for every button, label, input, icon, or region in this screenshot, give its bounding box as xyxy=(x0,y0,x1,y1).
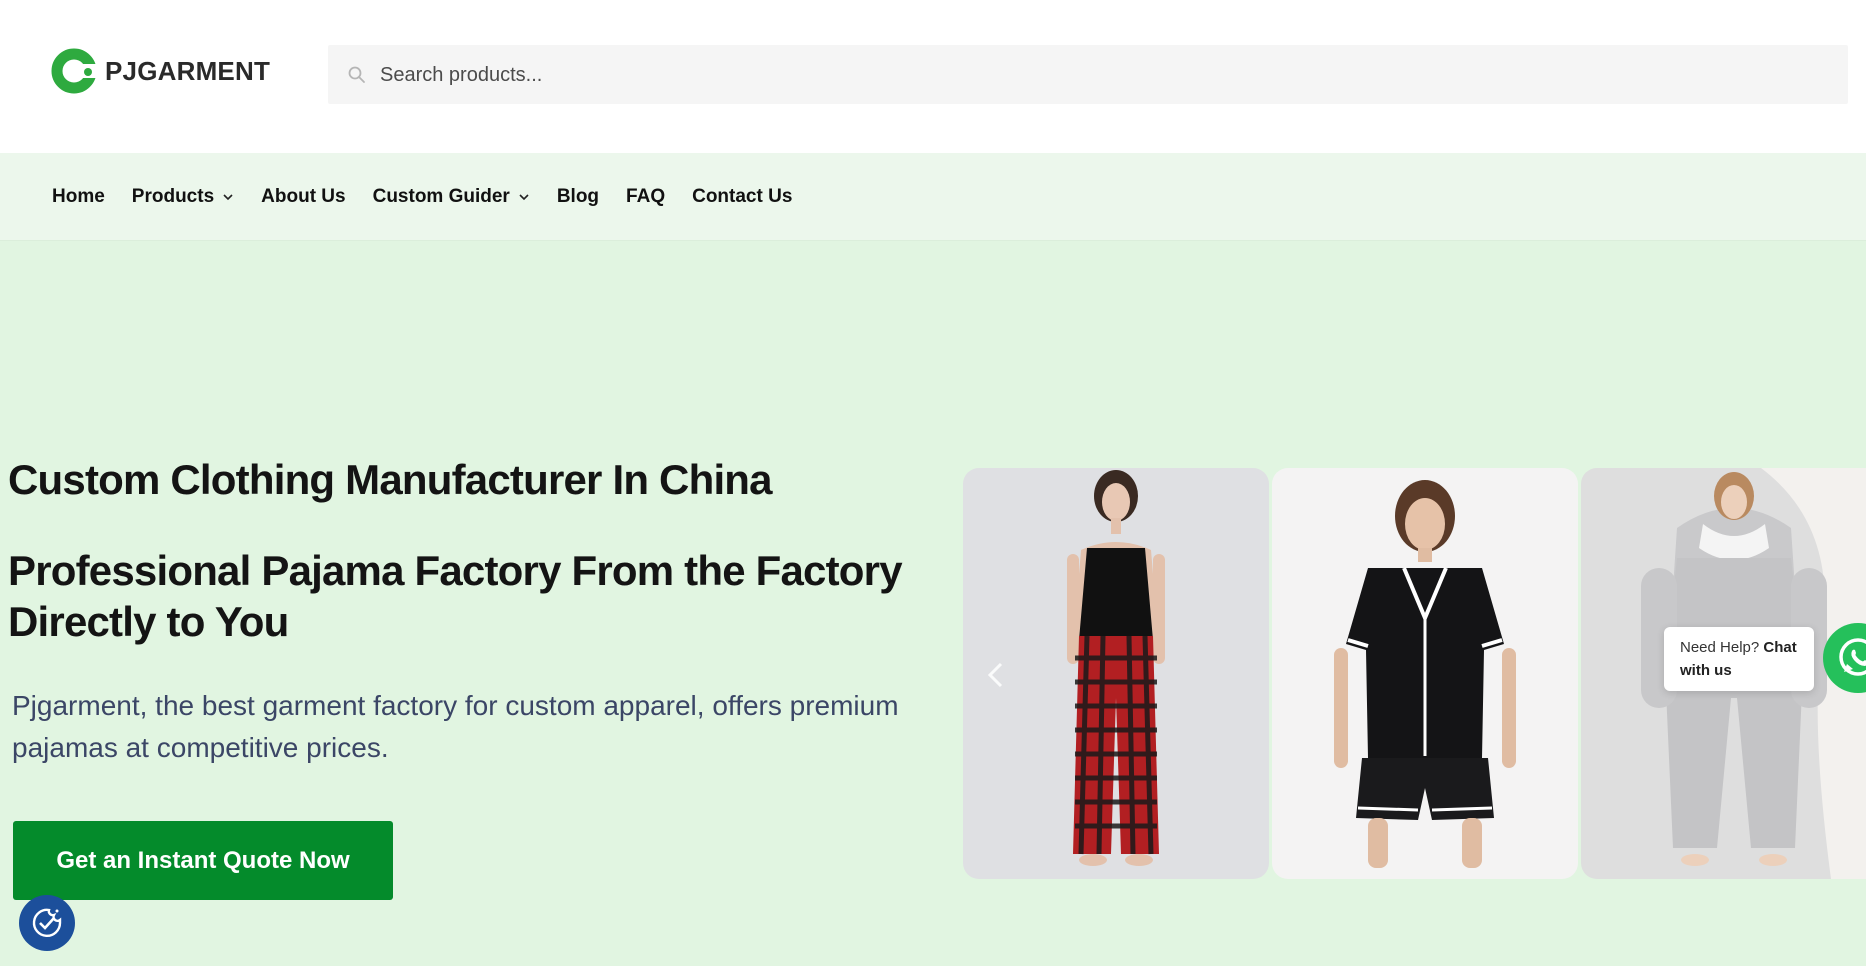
nav-item-label: Custom Guider xyxy=(372,185,510,207)
model-camisole-plaid-pants-image xyxy=(963,468,1269,879)
search-input[interactable] xyxy=(378,45,1822,106)
nav-item-label: FAQ xyxy=(626,185,666,207)
nav-item-home[interactable]: Home xyxy=(52,186,105,208)
whatsapp-button[interactable] xyxy=(1823,623,1866,693)
nav-item-custom-guider[interactable]: Custom Guider xyxy=(373,186,530,208)
search-icon xyxy=(348,66,365,83)
chat-help-bubble[interactable]: Need Help? Chat with us xyxy=(1664,627,1814,691)
logo-icon xyxy=(51,48,97,94)
site-logo[interactable]: PJGARMENT xyxy=(51,48,270,94)
hero-title: Custom Clothing Manufacturer In China xyxy=(8,456,773,503)
nav-item-label: Blog xyxy=(556,185,600,207)
hero-subtitle: Professional Pajama Factory From the Fac… xyxy=(8,547,903,646)
carousel-slide[interactable] xyxy=(963,468,1269,879)
search-box[interactable] xyxy=(328,45,1848,106)
chevron-down-icon xyxy=(223,193,233,200)
cookie-consent-button[interactable] xyxy=(19,895,75,951)
nav-item-label: Home xyxy=(52,185,105,207)
main-nav: Home Products About Us Custom Guider Blo… xyxy=(0,153,1866,241)
chevron-down-icon xyxy=(519,193,529,200)
nav-item-blog[interactable]: Blog xyxy=(557,186,599,208)
nav-item-label: About Us xyxy=(261,185,346,207)
logo-text: PJGARMENT xyxy=(105,55,271,86)
nav-item-label: Contact Us xyxy=(692,185,793,207)
site-header: PJGARMENT xyxy=(0,0,1866,153)
carousel-prev-icon[interactable] xyxy=(983,658,1007,692)
whatsapp-icon xyxy=(1839,638,1866,676)
chat-help-prefix: Need Help? xyxy=(1680,639,1764,656)
nav-item-products[interactable]: Products xyxy=(132,186,234,208)
instant-quote-button[interactable]: Get an Instant Quote Now xyxy=(13,821,393,900)
nav-item-label: Products xyxy=(131,185,215,207)
hero-description: Pjgarment, the best garment factory for … xyxy=(12,690,899,763)
cookie-check-icon xyxy=(32,908,62,938)
nav-item-contact-us[interactable]: Contact Us xyxy=(692,186,792,208)
model-black-short-pajama-set-image xyxy=(1272,468,1578,879)
nav-item-faq[interactable]: FAQ xyxy=(626,186,665,208)
carousel-slide[interactable] xyxy=(1272,468,1578,879)
nav-item-about-us[interactable]: About Us xyxy=(261,186,345,208)
